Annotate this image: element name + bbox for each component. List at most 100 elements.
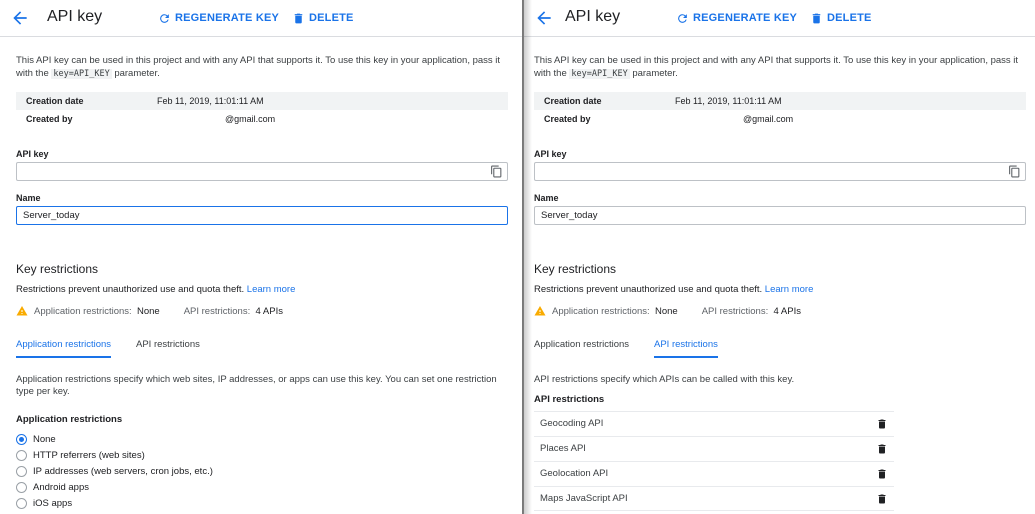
creation-date-value: Feb 11, 2019, 11:01:11 AM — [675, 96, 782, 106]
radio-button[interactable] — [16, 481, 27, 493]
radio-label: Android apps — [33, 481, 89, 493]
api-restrictions-status-label: API restrictions: — [701, 305, 769, 317]
api-name: Places API — [540, 443, 586, 454]
restrictions-text: Restrictions prevent unauthorized use an… — [16, 284, 245, 295]
radio-button[interactable] — [16, 465, 27, 477]
regenerate-key-label: REGENERATE KEY — [175, 12, 280, 24]
tab-application-restrictions[interactable]: Application restrictions — [534, 336, 629, 358]
created-by-row: Created by @gmail.com — [16, 110, 508, 128]
api-key-label: API key — [16, 149, 49, 159]
radio-button[interactable] — [16, 449, 27, 461]
api-list-item: Places API — [534, 436, 894, 461]
restrictions-status: Application restrictions: None API restr… — [16, 304, 283, 318]
refresh-icon — [678, 13, 687, 23]
panel-divider — [522, 0, 524, 514]
creation-date-row: Creation date Feb 11, 2019, 11:01:11 AM — [534, 92, 1026, 110]
api-restrictions-status-value: 4 APIs — [255, 305, 283, 317]
application-restrictions-heading: Application restrictions — [16, 414, 123, 425]
warning-icon — [16, 306, 28, 316]
trash-icon[interactable] — [876, 468, 888, 480]
page-title: API key — [47, 8, 103, 25]
radio-ios-apps[interactable]: iOS apps — [16, 496, 72, 510]
api-key-panel-left: API key REGENERATE KEY DELETE This API k… — [0, 0, 522, 514]
delete-label: DELETE — [309, 12, 354, 24]
page-header: API key REGENERATE KEY DELETE — [0, 0, 522, 37]
api-name: Maps JavaScript API — [540, 493, 628, 504]
copy-icon[interactable] — [490, 165, 503, 178]
app-restrictions-status-label: Application restrictions: — [34, 305, 132, 317]
app-restrictions-status-label: Application restrictions: — [552, 305, 650, 317]
regenerate-key-button[interactable]: REGENERATE KEY — [676, 9, 797, 27]
description-text-end: parameter. — [629, 68, 678, 79]
page-header: API key REGENERATE KEY DELETE — [524, 0, 1035, 37]
warning-icon — [534, 306, 546, 316]
page-title: API key — [565, 8, 621, 25]
api-key-panel-right: API key REGENERATE KEY DELETE This API k… — [524, 0, 1035, 514]
created-by-row: Created by @gmail.com — [534, 110, 1026, 128]
tab-description: API restrictions specify which APIs can … — [534, 374, 795, 385]
name-input[interactable]: Server_today — [534, 206, 1026, 225]
creation-date-label: Creation date — [26, 96, 84, 106]
creation-date-row: Creation date Feb 11, 2019, 11:01:11 AM — [16, 92, 508, 110]
trash-icon[interactable] — [876, 493, 888, 505]
created-by-value: @gmail.com — [225, 114, 276, 124]
name-input[interactable]: Server_today — [16, 206, 508, 225]
description-text-end: parameter. — [111, 68, 160, 79]
refresh-icon — [160, 13, 169, 23]
radio-label: iOS apps — [33, 497, 73, 509]
copy-icon[interactable] — [1008, 165, 1021, 178]
arrow-left-icon[interactable] — [10, 8, 30, 28]
regenerate-key-label: REGENERATE KEY — [693, 12, 798, 24]
learn-more-link[interactable]: Learn more — [247, 284, 296, 295]
trash-icon — [812, 13, 821, 23]
key-description: This API key can be used in this project… — [534, 54, 1027, 81]
delete-button[interactable]: DELETE — [810, 9, 872, 27]
tab-description: Application restrictions specify which w… — [16, 374, 497, 397]
key-restrictions-title: Key restrictions — [16, 262, 99, 276]
restrictions-info: Restrictions prevent unauthorized use an… — [16, 284, 295, 295]
trash-icon — [294, 13, 303, 23]
radio-android-apps[interactable]: Android apps — [16, 480, 89, 494]
key-restrictions-title: Key restrictions — [534, 262, 617, 276]
api-key-field[interactable] — [534, 162, 1026, 181]
radio-label: None — [33, 433, 56, 445]
created-by-label: Created by — [544, 114, 591, 124]
api-list-item: Geocoding API — [534, 411, 894, 436]
restrictions-info: Restrictions prevent unauthorized use an… — [534, 284, 813, 295]
radio-label: IP addresses (web servers, cron jobs, et… — [33, 465, 213, 477]
learn-more-link[interactable]: Learn more — [765, 284, 814, 295]
tab-api-restrictions[interactable]: API restrictions — [136, 336, 200, 358]
restrictions-status: Application restrictions: None API restr… — [534, 304, 801, 318]
regenerate-key-button[interactable]: REGENERATE KEY — [158, 9, 279, 27]
tab-application-restrictions[interactable]: Application restrictions — [16, 336, 112, 358]
api-key-label: API key — [534, 149, 567, 159]
radio-http-referrers[interactable]: HTTP referrers (web sites) — [16, 448, 145, 462]
api-list-item: Geolocation API — [534, 461, 894, 486]
app-restrictions-status-value: None — [654, 305, 678, 317]
restrictions-text: Restrictions prevent unauthorized use an… — [534, 284, 763, 295]
radio-none[interactable]: None — [16, 432, 56, 446]
arrow-left-icon[interactable] — [534, 8, 554, 28]
key-param-code: key=API_KEY — [569, 69, 630, 79]
tab-api-restrictions[interactable]: API restrictions — [654, 336, 718, 358]
api-key-field[interactable] — [16, 162, 508, 181]
trash-icon[interactable] — [876, 443, 888, 455]
name-label: Name — [16, 193, 41, 203]
api-list-item: Maps JavaScript API — [534, 486, 894, 511]
delete-button[interactable]: DELETE — [292, 9, 354, 27]
radio-button[interactable] — [16, 497, 27, 509]
radio-ip-addresses[interactable]: IP addresses (web servers, cron jobs, et… — [16, 464, 213, 478]
name-label: Name — [534, 193, 559, 203]
api-restrictions-status-label: API restrictions: — [183, 305, 251, 317]
radio-button[interactable] — [16, 433, 27, 445]
radio-label: HTTP referrers (web sites) — [33, 449, 145, 461]
creation-date-label: Creation date — [544, 96, 602, 106]
api-restrictions-status-value: 4 APIs — [773, 305, 801, 317]
key-param-code: key=API_KEY — [51, 69, 112, 79]
created-by-label: Created by — [26, 114, 73, 124]
trash-icon[interactable] — [876, 418, 888, 430]
api-restrictions-heading: API restrictions — [534, 394, 605, 405]
key-description: This API key can be used in this project… — [16, 54, 508, 81]
api-name: Geocoding API — [540, 418, 604, 429]
app-restrictions-status-value: None — [136, 305, 160, 317]
